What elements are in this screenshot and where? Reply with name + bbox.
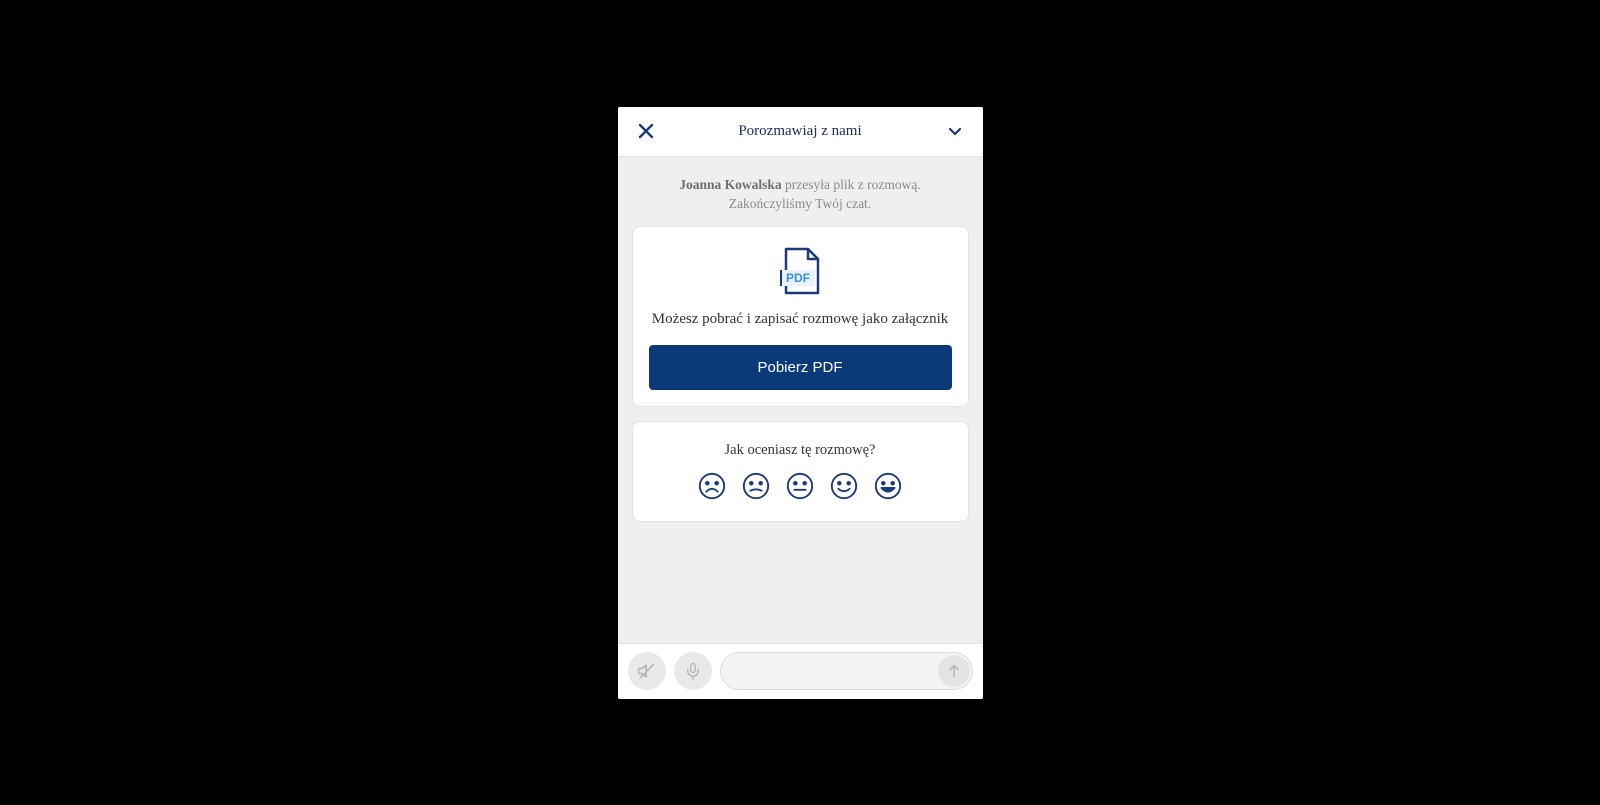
microphone-icon[interactable] <box>674 652 712 690</box>
download-card: PDF Możesz pobrać i zapisać rozmowę jako… <box>632 226 969 407</box>
rating-bad[interactable] <box>741 471 771 501</box>
message-input-wrap <box>720 652 973 690</box>
download-message: Możesz pobrać i zapisać rozmowę jako zał… <box>649 309 952 329</box>
close-icon[interactable] <box>636 121 656 141</box>
rating-options <box>649 471 952 505</box>
rating-very-good[interactable] <box>873 471 903 501</box>
rating-question: Jak oceniasz tę rozmowę? <box>649 442 952 459</box>
message-input[interactable] <box>720 652 973 690</box>
send-button[interactable] <box>938 655 970 687</box>
chevron-down-icon[interactable] <box>945 121 965 141</box>
chat-header: Porozmawiaj z nami <box>618 107 983 157</box>
mute-icon[interactable] <box>628 652 666 690</box>
rating-good[interactable] <box>829 471 859 501</box>
chat-body: Joanna Kowalska przesyła plik z rozmową.… <box>618 157 983 643</box>
rating-very-bad[interactable] <box>697 471 727 501</box>
rating-neutral[interactable] <box>785 471 815 501</box>
rating-card: Jak oceniasz tę rozmowę? <box>632 421 969 522</box>
status-line2: Zakończyliśmy Twój czat. <box>729 196 871 211</box>
status-line1: przesyła plik z rozmową. <box>782 177 921 192</box>
chat-window: Porozmawiaj z nami Joanna Kowalska przes… <box>618 107 983 699</box>
status-message: Joanna Kowalska przesyła plik z rozmową.… <box>632 171 969 226</box>
chat-title: Porozmawiaj z nami <box>656 123 945 140</box>
chat-footer <box>618 643 983 699</box>
pdf-file-icon: PDF <box>649 247 952 295</box>
svg-text:PDF: PDF <box>786 271 810 285</box>
agent-name: Joanna Kowalska <box>679 177 781 192</box>
download-pdf-button[interactable]: Pobierz PDF <box>649 345 952 390</box>
